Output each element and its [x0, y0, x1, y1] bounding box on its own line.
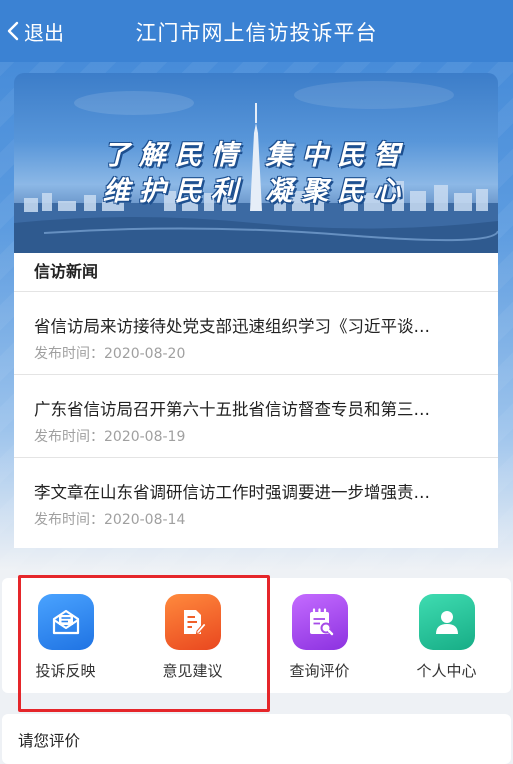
user-icon [419, 594, 475, 650]
news-item[interactable]: 李文章在山东省调研信访工作时强调要进一步增强责… 发布时间：2020-08-14 [14, 458, 498, 540]
news-item[interactable]: 省信访局来访接待处党支部迅速组织学习《习近平谈… 发布时间：2020-08-20 [14, 292, 498, 375]
menu-item-complaint[interactable]: 投诉反映 [2, 578, 129, 693]
document-edit-icon [165, 594, 221, 650]
menu-item-query-rating[interactable]: 查询评价 [256, 578, 383, 693]
notepad-search-icon [292, 594, 348, 650]
news-item[interactable]: 广东省信访局召开第六十五批省信访督查专员和第三… 发布时间：2020-08-19 [14, 375, 498, 458]
function-menu: 投诉反映 意见建议 查询评价 个人中心 [2, 578, 511, 693]
news-date: 发布时间：2020-08-19 [34, 429, 186, 445]
page-title: 江门市网上信访投诉平台 [135, 21, 378, 45]
menu-label: 查询评价 [289, 662, 350, 680]
news-title: 广东省信访局召开第六十五批省信访督查专员和第三… [34, 400, 430, 419]
banner-image: 了解民情 集中民智 维护民利 凝聚民心 [14, 73, 498, 253]
top-bar: 退出 江门市网上信访投诉平台 [0, 0, 513, 62]
envelope-icon [38, 594, 94, 650]
menu-label: 个人中心 [416, 662, 477, 680]
banner-slogan-line1: 了解民情 集中民智 [102, 140, 410, 171]
menu-item-personal-center[interactable]: 个人中心 [383, 578, 510, 693]
menu-label: 投诉反映 [35, 662, 96, 680]
news-heading: 信访新闻 [14, 253, 498, 292]
menu-label: 意见建议 [162, 662, 223, 680]
banner-slogan-line2: 维护民利 凝聚民心 [102, 176, 410, 207]
news-panel: 信访新闻 省信访局来访接待处党支部迅速组织学习《习近平谈… 发布时间：2020-… [14, 253, 498, 548]
news-date: 发布时间：2020-08-20 [34, 346, 186, 362]
news-title: 省信访局来访接待处党支部迅速组织学习《习近平谈… [34, 317, 430, 336]
rating-label: 请您评价 [18, 732, 81, 750]
news-title: 李文章在山东省调研信访工作时强调要进一步增强责… [34, 483, 430, 502]
news-date: 发布时间：2020-08-14 [34, 512, 186, 528]
menu-item-suggestion[interactable]: 意见建议 [129, 578, 256, 693]
